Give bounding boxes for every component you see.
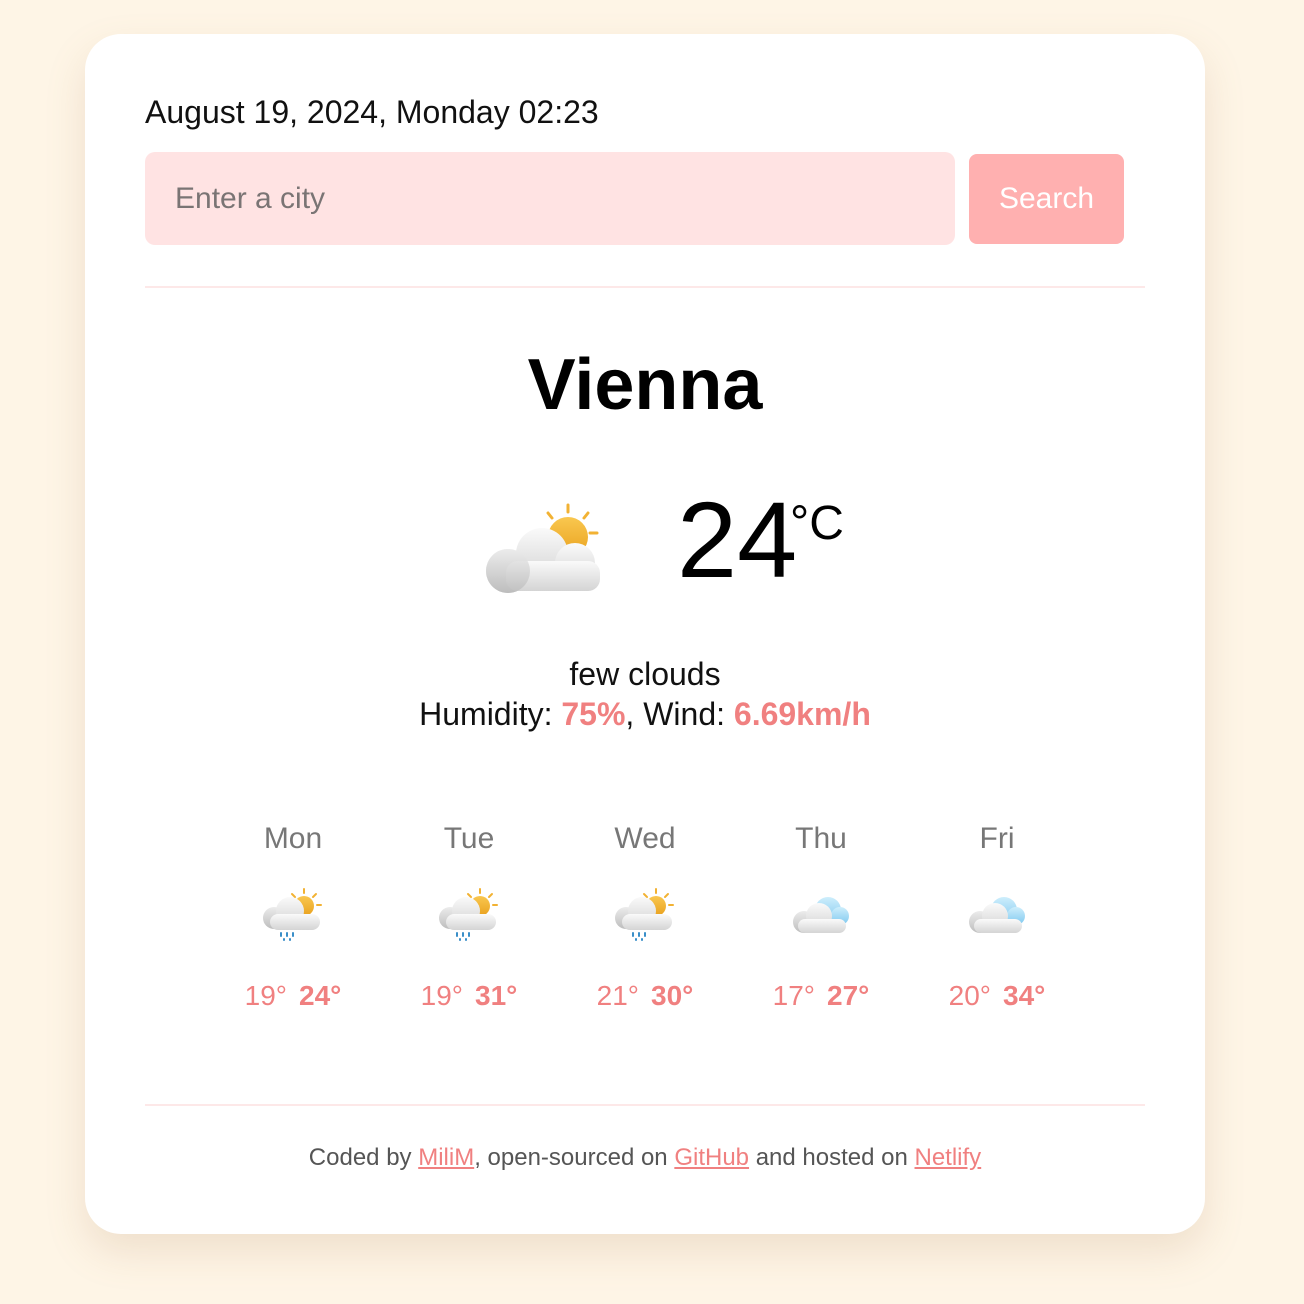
forecast-min-temp: 21°: [596, 980, 639, 1011]
forecast-day: Mon 19° 24°: [213, 814, 373, 1012]
cloudy-icon: [969, 897, 1025, 933]
forecast-min-temp: 19°: [420, 980, 463, 1011]
wind-label: , Wind:: [625, 696, 734, 732]
rain-sun-icon: [439, 888, 498, 941]
search-button[interactable]: Search: [969, 154, 1124, 244]
forecast-day-name: Fri: [979, 822, 1015, 855]
forecast-day: Fri 20° 34°: [917, 814, 1077, 1012]
forecast-day-name: Wed: [614, 822, 676, 855]
footer-middle2: and hosted on: [749, 1144, 915, 1171]
forecast-min-temp: 20°: [948, 980, 991, 1011]
footer-prefix: Coded by: [308, 1144, 419, 1171]
forecast-max-temp: 27°: [827, 980, 870, 1011]
forecast-min-temp: 17°: [772, 980, 815, 1011]
forecast-day: Tue 19° 31°: [389, 814, 549, 1012]
forecast-temps: 21° 30°: [565, 980, 725, 1012]
footer-middle: , open-sourced on: [474, 1144, 675, 1171]
weather-card: August 19, 2024, Monday 02:23 Search Vie…: [85, 34, 1205, 1234]
forecast-min-temp: 19°: [244, 980, 287, 1011]
forecast-day-name: Tue: [443, 822, 495, 855]
forecast-max-temp: 24°: [299, 980, 342, 1011]
city-search-input[interactable]: [145, 152, 955, 245]
forecast-max-temp: 30°: [651, 980, 694, 1011]
rain-sun-icon: [263, 888, 322, 941]
forecast-temps: 19° 31°: [389, 980, 549, 1012]
city-name: Vienna: [527, 345, 763, 425]
forecast-temps: 17° 27°: [741, 980, 901, 1012]
current-date: August 19, 2024, Monday 02:23: [145, 94, 599, 130]
github-link[interactable]: GitHub: [674, 1144, 749, 1171]
bottom-divider: [145, 1104, 1145, 1106]
forecast-day: Wed 21° 30°: [565, 814, 725, 1012]
netlify-link[interactable]: Netlify: [915, 1144, 982, 1171]
weather-description: few clouds: [569, 656, 721, 692]
forecast-max-temp: 31°: [475, 980, 518, 1011]
forecast-day-name: Thu: [795, 822, 847, 855]
temperature-unit: °C: [790, 497, 844, 550]
author-link[interactable]: MiliM: [418, 1144, 474, 1171]
footer: Coded by MiliM, open-sourced on GitHub a…: [85, 1144, 1205, 1172]
top-divider: [145, 286, 1145, 288]
forecast-temps: 20° 34°: [917, 980, 1077, 1012]
humidity-label: Humidity:: [419, 696, 562, 732]
weather-stats: Humidity: 75%, Wind: 6.69km/h: [85, 696, 1205, 733]
forecast-temps: 19° 24°: [213, 980, 373, 1012]
forecast-day: Thu 17° 27°: [741, 814, 901, 1012]
rain-sun-icon: [615, 888, 674, 941]
cloudy-icon: [793, 897, 849, 933]
wind-value: 6.69km/h: [733, 696, 871, 732]
forecast-day-name: Mon: [263, 822, 323, 855]
current-temperature: 24: [677, 479, 798, 600]
forecast-max-temp: 34°: [1003, 980, 1046, 1011]
few-clouds-day-icon: [486, 503, 600, 593]
humidity-value: 75%: [561, 696, 626, 732]
